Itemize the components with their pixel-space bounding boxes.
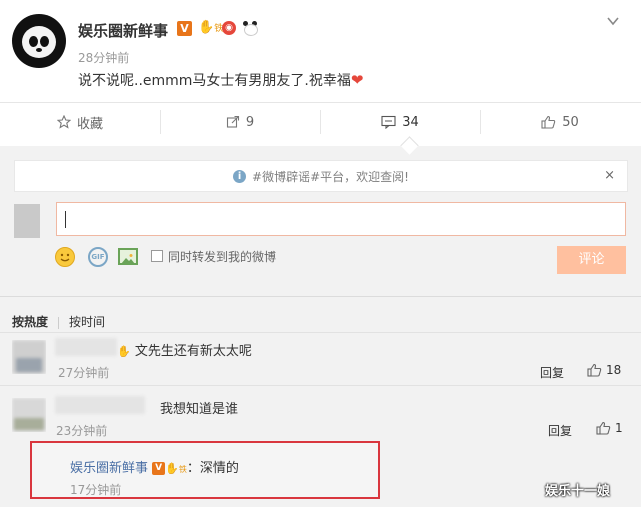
fan-badge-label: 铁 [178, 465, 187, 474]
action-separator [320, 110, 321, 134]
post-author-name[interactable]: 娱乐圈新鲜事 [78, 20, 168, 41]
image-mountain [121, 254, 135, 264]
repost-icon [226, 115, 239, 128]
commenter-avatar[interactable] [12, 398, 46, 432]
comment-text: ✋ 文先生还有新太太呢 [117, 340, 252, 359]
comment-button[interactable]: 34 [320, 103, 480, 141]
panda-badge-icon[interactable] [242, 21, 258, 36]
comment-body: 文先生还有新太太呢 [134, 344, 252, 359]
star-icon [56, 115, 71, 129]
fan-badge-icon: ✋铁 [165, 462, 187, 475]
sort-divider [0, 296, 641, 297]
sub-reply-time[interactable]: 17分钟前 [70, 481, 121, 498]
sub-reply-author[interactable]: 娱乐圈新鲜事 [70, 461, 148, 476]
tab-sort-hot[interactable]: 按热度 [12, 315, 48, 329]
panda-eye-left [29, 36, 38, 47]
repost-count: 9 [245, 114, 255, 130]
verified-v-badge[interactable]: V [177, 21, 192, 36]
repost-button[interactable]: 9 [160, 103, 320, 141]
comment-like-count: 18 [606, 363, 622, 377]
reply-button[interactable]: 回复 [548, 422, 572, 439]
emoji-icon[interactable] [55, 247, 75, 267]
post-time[interactable]: 28分钟前 [78, 49, 129, 66]
comment-count: 34 [402, 114, 419, 130]
action-separator [480, 110, 481, 134]
author-avatar[interactable] [12, 14, 66, 68]
chevron-down-icon[interactable] [606, 14, 620, 28]
blurred-avatar-detail [16, 358, 42, 372]
blurred-username [55, 338, 117, 356]
thumbs-up-icon [596, 421, 611, 435]
post-text-body: 说不说呢..emmm马女士有男朋友了.祝幸福 [78, 73, 351, 89]
close-icon[interactable]: × [604, 168, 615, 183]
comment-text: 我想知道是谁 [160, 402, 239, 417]
submit-comment-button[interactable]: 评论 [557, 246, 626, 274]
image-icon[interactable] [118, 248, 138, 265]
comment-input[interactable] [56, 202, 626, 236]
info-icon: i [233, 169, 247, 183]
panda-face [22, 26, 56, 58]
notice-text[interactable]: #微博辟谣#平台，欢迎查阅! [252, 168, 409, 185]
commenter-avatar[interactable] [12, 340, 46, 374]
like-count: 50 [562, 114, 579, 130]
sync-repost-label[interactable]: 同时转发到我的微博 [168, 248, 276, 265]
like-button[interactable]: 50 [480, 103, 640, 141]
text-cursor [65, 211, 66, 228]
post-text: 说不说呢..emmm马女士有男朋友了.祝幸福❤ [78, 70, 363, 90]
comment-time[interactable]: 27分钟前 [58, 364, 109, 381]
tab-sort-time[interactable]: 按时间 [69, 315, 105, 329]
sub-reply-colon: ： [186, 461, 200, 476]
favorite-button[interactable]: 收藏 [0, 103, 160, 141]
red-circle-badge-icon[interactable]: ◉ [222, 21, 236, 35]
comment-like-button[interactable]: 1 [596, 421, 623, 435]
fan-badge-icon: ✋ [117, 345, 131, 358]
sync-repost-checkbox[interactable] [151, 250, 163, 262]
comment-time[interactable]: 23分钟前 [56, 422, 107, 439]
panda-badge-face [244, 24, 258, 36]
thumbs-up-icon [541, 115, 556, 129]
notice-banner: i #微博辟谣#平台，欢迎查阅! × [14, 160, 628, 192]
panda-nose [36, 48, 42, 52]
sort-tabs: 按热度 按时间 [12, 313, 105, 330]
action-separator [160, 110, 161, 134]
sort-separator [58, 316, 60, 329]
source-watermark: 娱乐十一娘 [545, 484, 611, 499]
smiley-face [60, 253, 70, 262]
comment-divider [0, 332, 641, 333]
sub-reply-text: 深情的 [199, 461, 239, 476]
blurred-avatar-detail [14, 418, 44, 430]
reply-button[interactable]: 回复 [540, 364, 564, 381]
thumbs-up-icon [587, 363, 602, 377]
gif-icon[interactable]: GIF [88, 247, 108, 267]
current-user-avatar [14, 204, 40, 238]
comment-divider [0, 385, 641, 386]
comment-like-count: 1 [615, 421, 623, 435]
comment-like-button[interactable]: 18 [587, 363, 621, 377]
favorite-label: 收藏 [76, 116, 103, 132]
verified-v-badge: V [152, 462, 166, 475]
fan-badge-icon[interactable]: ✋铁 [198, 20, 223, 35]
panda-eye-right [40, 36, 49, 47]
sub-reply-line: 娱乐圈新鲜事 V ✋铁：深情的 [70, 457, 239, 476]
comment-icon [381, 115, 396, 129]
blurred-username [55, 396, 145, 414]
heart-emoji-icon: ❤ [350, 71, 364, 89]
